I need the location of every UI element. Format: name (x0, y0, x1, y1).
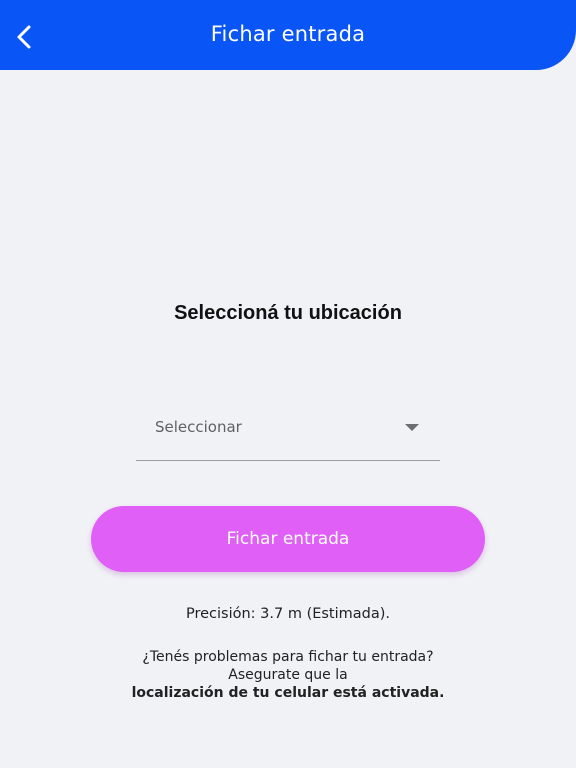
caret-down-icon (405, 424, 419, 431)
help-text: ¿Tenés problemas para fichar tu entrada?… (0, 648, 576, 702)
page-title: Fichar entrada (210, 22, 366, 46)
help-line-location: localización de tu celular está activada… (131, 685, 445, 701)
precision-text: Precisión: 3.7 m (Estimada). (185, 606, 391, 622)
back-button[interactable] (10, 20, 38, 54)
location-select-value: Seleccionar (155, 418, 242, 436)
check-in-button[interactable]: Fichar entrada (91, 506, 485, 572)
help-line-question: ¿Tenés problemas para fichar tu entrada? (142, 649, 434, 665)
help-line-hint: Asegurate que la (228, 667, 348, 683)
location-select[interactable]: Seleccionar (136, 402, 440, 461)
location-section-title: Seleccioná tu ubicación (174, 302, 402, 324)
app-header: Fichar entrada (0, 0, 576, 70)
chevron-left-icon (17, 25, 31, 49)
check-in-screen: Fichar entrada Seleccioná tu ubicación S… (0, 0, 576, 768)
